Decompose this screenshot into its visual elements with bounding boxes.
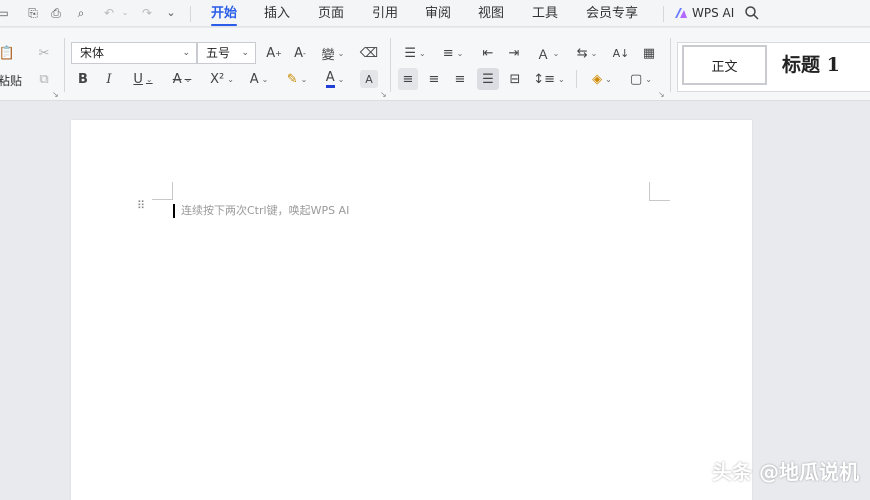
document-page[interactable] xyxy=(71,120,752,500)
character-shading-icon[interactable]: A xyxy=(360,70,378,88)
copy-icon[interactable]: ⧉ xyxy=(33,68,55,90)
distributed-align-icon[interactable]: ⊟ xyxy=(504,68,526,90)
margin-corner-top-left xyxy=(152,182,173,200)
print-preview-icon[interactable]: ⌕ xyxy=(72,5,90,21)
divider xyxy=(663,6,664,22)
margin-corner-top-right xyxy=(649,182,670,201)
increase-indent-icon[interactable]: ⇥ xyxy=(504,42,524,64)
clear-format-icon[interactable]: ⌫ xyxy=(358,42,380,64)
quick-access-more-icon[interactable]: ⌄ xyxy=(162,5,180,21)
superscript-icon[interactable]: X² ⌄ xyxy=(205,68,239,90)
menu-bar: ▭ ⎘ ⎙ ⌕ ↶ ⌄ ↷ ⌄ 开始 插入 页面 引用 审阅 视图 工具 会员专… xyxy=(0,0,870,27)
shrink-font-icon[interactable]: A- xyxy=(290,42,310,64)
divider xyxy=(190,6,191,22)
tab-review[interactable]: 审阅 xyxy=(425,5,451,22)
tab-page[interactable]: 页面 xyxy=(318,5,344,22)
chinese-layout-icon[interactable]: Ａ ⌄ xyxy=(533,42,563,64)
active-tab-indicator xyxy=(211,24,237,26)
divider xyxy=(576,70,577,88)
font-dialog-launcher-icon[interactable]: ↘ xyxy=(380,90,387,99)
clipboard-dialog-launcher-icon[interactable]: ↘ xyxy=(52,90,59,99)
tab-home[interactable]: 开始 xyxy=(211,5,237,22)
wps-ai-logo-icon[interactable] xyxy=(674,6,688,20)
highlight-color-icon[interactable]: ✎ ⌄ xyxy=(282,68,312,90)
bold-icon[interactable]: B xyxy=(73,68,93,90)
show-marks-icon[interactable]: ▦ xyxy=(638,42,660,64)
text-effect-icon[interactable]: A ⌄ xyxy=(244,68,274,90)
divider xyxy=(64,38,65,92)
italic-icon[interactable]: I xyxy=(99,68,119,90)
cut-icon[interactable]: ✂ xyxy=(33,42,55,64)
paste-icon[interactable]: 📋 xyxy=(0,42,18,64)
align-right-icon[interactable]: ≡ xyxy=(450,68,470,90)
chevron-down-icon: ⌄ xyxy=(241,48,249,58)
tab-view[interactable]: 视图 xyxy=(478,5,504,22)
divider xyxy=(670,38,671,92)
text-cursor xyxy=(173,204,175,218)
strikethrough-icon[interactable]: A ⌄ xyxy=(167,68,197,90)
phonetic-guide-icon[interactable]: 變 ⌄ xyxy=(318,42,348,64)
font-name-value: 宋体 xyxy=(80,46,105,60)
font-name-select[interactable]: 宋体 ⌄ xyxy=(71,42,197,64)
chevron-down-icon: ⌄ xyxy=(182,48,190,58)
tab-member[interactable]: 会员专享 xyxy=(586,5,638,22)
underline-icon[interactable]: U ⌄ xyxy=(128,68,158,90)
align-center-icon[interactable]: ≡ xyxy=(424,68,444,90)
borders-icon[interactable]: ▢ ⌄ xyxy=(625,68,657,90)
save-icon[interactable]: ▭ xyxy=(0,5,12,21)
text-direction-icon[interactable]: ⇆ ⌄ xyxy=(572,42,602,64)
font-size-select[interactable]: 五号 ⌄ xyxy=(197,42,256,64)
style-normal-button[interactable]: 正文 xyxy=(682,45,767,85)
paragraph-drag-handle-icon[interactable]: ⠿ xyxy=(137,200,146,211)
font-size-value: 五号 xyxy=(206,46,231,60)
undo-dropdown-icon[interactable]: ⌄ xyxy=(116,5,134,21)
watermark: 头条 @地瓜说机 xyxy=(712,460,859,484)
grow-font-icon[interactable]: A + xyxy=(264,42,284,64)
numbered-list-icon[interactable]: ≡ ⌄ xyxy=(438,42,468,64)
paste-button-label[interactable]: 粘贴 xyxy=(0,72,22,89)
ai-hint-placeholder: 连续按下两次Ctrl键，唤起WPS AI xyxy=(181,204,350,217)
font-color-icon[interactable]: A ⌄ xyxy=(320,68,350,90)
justify-icon[interactable]: ☰ xyxy=(477,68,499,90)
align-left-icon[interactable]: ≡ xyxy=(398,68,418,90)
style-heading1-button[interactable]: 标题 1 xyxy=(782,50,840,77)
paragraph-dialog-launcher-icon[interactable]: ↘ xyxy=(658,90,665,99)
decrease-indent-icon[interactable]: ⇤ xyxy=(478,42,498,64)
print-icon[interactable]: ⎙ xyxy=(47,5,65,21)
divider xyxy=(390,38,391,92)
export-icon[interactable]: ⎘ xyxy=(24,5,42,21)
redo-icon[interactable]: ↷ xyxy=(138,5,156,21)
shading-icon[interactable]: ◈ ⌄ xyxy=(586,68,618,90)
wps-ai-button[interactable]: WPS AI xyxy=(692,5,734,22)
tab-tools[interactable]: 工具 xyxy=(532,5,558,22)
search-icon[interactable] xyxy=(744,5,760,21)
tab-references[interactable]: 引用 xyxy=(372,5,398,22)
tab-insert[interactable]: 插入 xyxy=(264,5,290,22)
line-spacing-icon[interactable]: ↕≡ ⌄ xyxy=(533,68,565,90)
bullet-list-icon[interactable]: ☰ ⌄ xyxy=(400,42,430,64)
sort-icon[interactable]: A↓ xyxy=(611,42,631,64)
